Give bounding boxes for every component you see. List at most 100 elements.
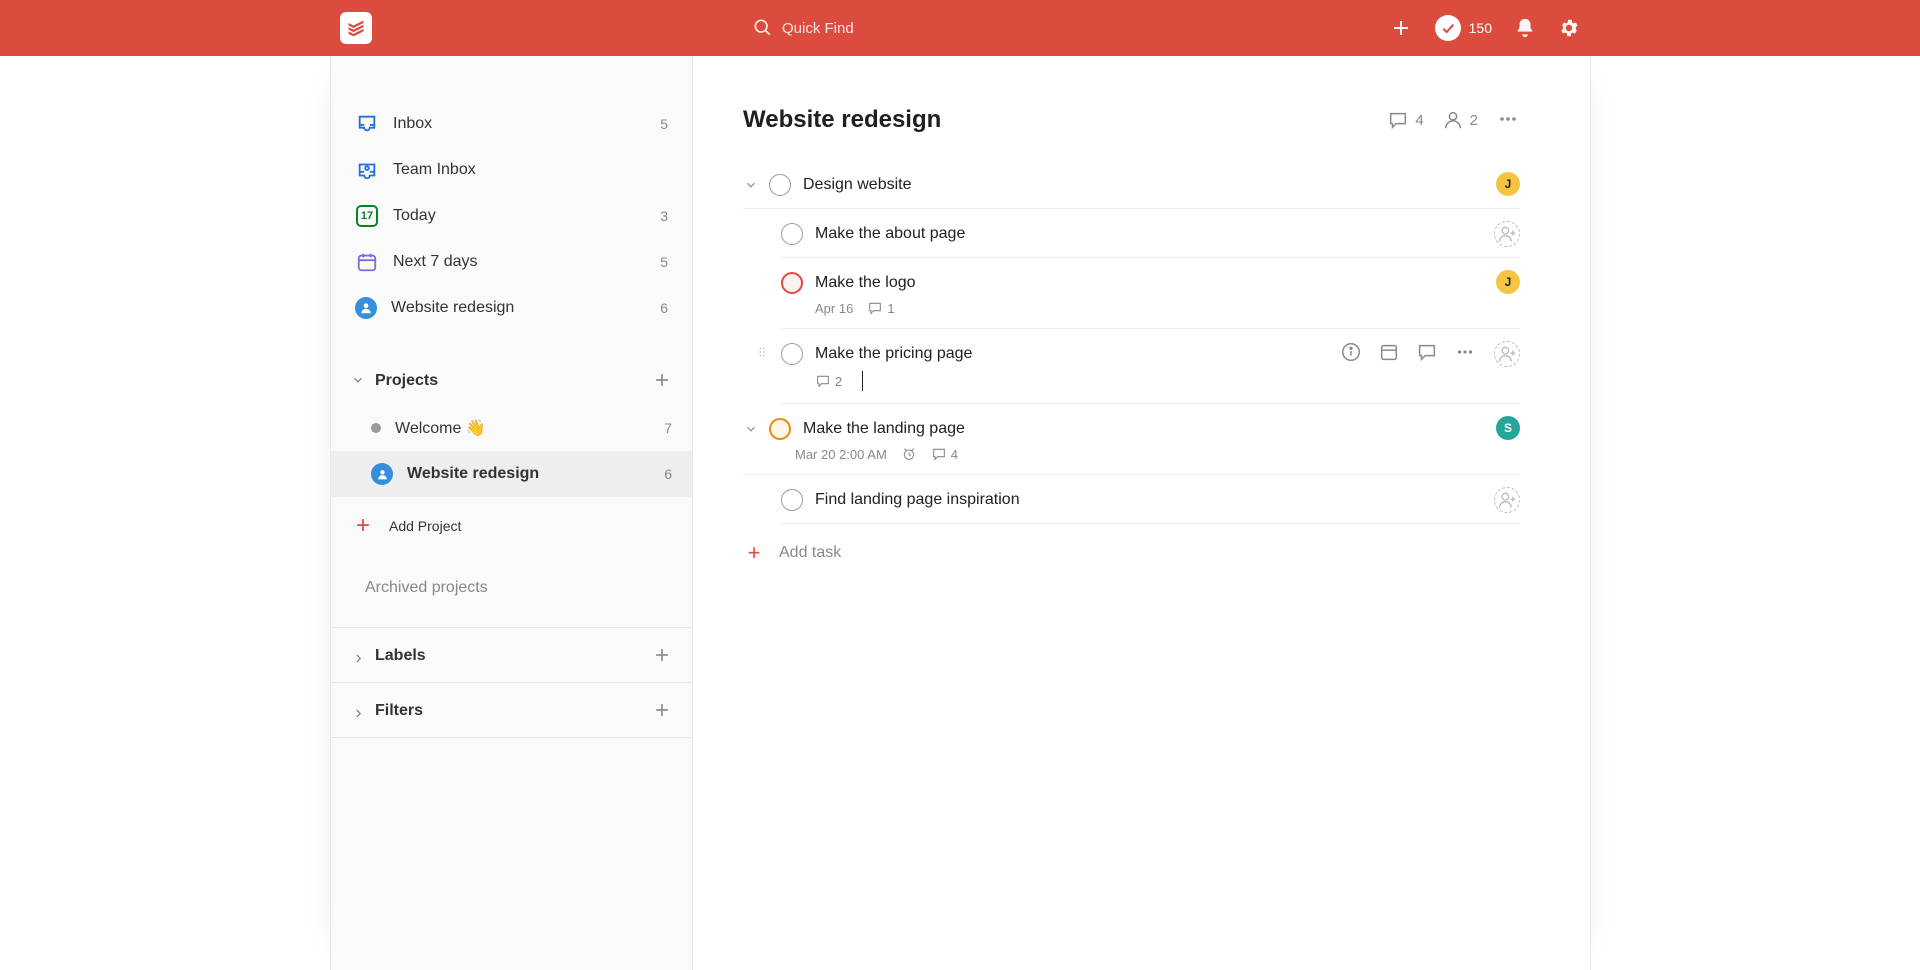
add-project-button[interactable]: + Add Project bbox=[331, 503, 692, 549]
karma-counter[interactable]: 150 bbox=[1435, 15, 1492, 41]
search-icon bbox=[752, 17, 772, 40]
chevron-right-icon bbox=[352, 647, 369, 665]
project-count: 7 bbox=[664, 420, 672, 436]
task-comment-button[interactable] bbox=[1416, 341, 1438, 363]
assignee-avatar[interactable]: J bbox=[1496, 172, 1520, 196]
task-checkbox[interactable] bbox=[781, 272, 803, 294]
chevron-right-icon bbox=[352, 702, 369, 720]
sidebar-item-today[interactable]: 17 Today 3 bbox=[335, 193, 688, 239]
person-icon bbox=[371, 463, 393, 485]
main-header: Website redesign 4 2 bbox=[743, 106, 1520, 134]
task-checkbox[interactable] bbox=[769, 418, 791, 440]
task-checkbox[interactable] bbox=[781, 223, 803, 245]
frame-divider bbox=[1590, 56, 1591, 970]
comment-icon bbox=[815, 373, 831, 389]
assignee-avatar[interactable]: S bbox=[1496, 416, 1520, 440]
sidebar-section-filters[interactable]: Filters bbox=[331, 685, 692, 737]
project-item-website-redesign[interactable]: Website redesign 6 bbox=[331, 451, 692, 497]
project-bullet-icon bbox=[371, 423, 381, 433]
sidebar-item-team-inbox[interactable]: Team Inbox bbox=[335, 147, 688, 193]
task-checkbox[interactable] bbox=[781, 343, 803, 365]
divider bbox=[331, 737, 692, 738]
nav-label: Team Inbox bbox=[393, 161, 668, 179]
text-cursor-icon bbox=[862, 371, 863, 391]
calendar-icon bbox=[355, 250, 379, 274]
section-label: Filters bbox=[375, 702, 652, 720]
add-task-button[interactable]: + Add task bbox=[743, 524, 1520, 566]
add-filter-icon[interactable] bbox=[652, 700, 672, 723]
task-comments-button[interactable]: 2 bbox=[815, 373, 842, 389]
task-row[interactable]: Make the landing page Mar 20 2:00 AM 4 S bbox=[743, 404, 1520, 475]
nav-label: Website redesign bbox=[391, 299, 646, 317]
quick-add-button[interactable] bbox=[1389, 16, 1413, 40]
sidebar-section-projects[interactable]: Projects bbox=[331, 357, 692, 405]
today-icon: 17 bbox=[355, 204, 379, 228]
task-more-button[interactable] bbox=[1454, 341, 1476, 363]
task-row[interactable]: Make the pricing page 2 bbox=[781, 329, 1520, 404]
todoist-logo-icon bbox=[346, 18, 366, 38]
project-comments-button[interactable]: 4 bbox=[1387, 109, 1423, 131]
team-inbox-icon bbox=[355, 158, 379, 182]
nav-count: 3 bbox=[660, 208, 668, 224]
app-logo[interactable] bbox=[340, 12, 372, 44]
drag-handle-icon[interactable] bbox=[755, 345, 769, 362]
plus-icon: + bbox=[743, 540, 765, 566]
task-info-button[interactable] bbox=[1340, 341, 1362, 363]
task-row[interactable]: Design website J bbox=[743, 160, 1520, 209]
task-title: Find landing page inspiration bbox=[815, 491, 1520, 509]
add-project-label: Add Project bbox=[389, 518, 461, 534]
project-people-button[interactable]: 2 bbox=[1442, 109, 1478, 131]
task-row[interactable]: Make the logo Apr 16 1 J bbox=[781, 258, 1520, 329]
nav-label: Next 7 days bbox=[393, 253, 646, 271]
comment-icon bbox=[1416, 341, 1438, 363]
task-title: Make the landing page bbox=[803, 420, 1520, 438]
task-checkbox[interactable] bbox=[781, 489, 803, 511]
project-comments-count: 4 bbox=[1415, 112, 1423, 129]
task-hover-actions bbox=[1340, 341, 1476, 363]
sidebar-section-labels[interactable]: Labels bbox=[331, 630, 692, 682]
project-more-button[interactable] bbox=[1496, 107, 1520, 134]
section-label: Projects bbox=[375, 372, 652, 390]
sidebar-item-next-7-days[interactable]: Next 7 days 5 bbox=[335, 239, 688, 285]
task-row[interactable]: Find landing page inspiration bbox=[781, 475, 1520, 524]
more-horizontal-icon bbox=[1454, 341, 1476, 363]
task-row[interactable]: Make the about page bbox=[781, 209, 1520, 258]
nav-label: Inbox bbox=[393, 115, 646, 133]
task-due-date[interactable]: Apr 16 bbox=[815, 301, 853, 316]
chevron-down-icon[interactable] bbox=[743, 178, 759, 192]
task-list: Design website J Make the about page bbox=[743, 160, 1520, 566]
sidebar-item-inbox[interactable]: Inbox 5 bbox=[335, 101, 688, 147]
nav-count: 5 bbox=[660, 116, 668, 132]
add-label-icon[interactable] bbox=[652, 645, 672, 668]
main-content: Website redesign 4 2 Des bbox=[693, 56, 1590, 970]
task-comments-button[interactable]: 4 bbox=[931, 446, 958, 462]
topbar: 150 bbox=[0, 0, 1920, 56]
notifications-button[interactable] bbox=[1514, 17, 1536, 39]
assign-button[interactable] bbox=[1494, 221, 1520, 247]
archived-projects-link[interactable]: Archived projects bbox=[331, 549, 692, 627]
task-schedule-button[interactable] bbox=[1378, 341, 1400, 363]
project-label: Website redesign bbox=[407, 465, 650, 483]
search-input[interactable] bbox=[772, 12, 1032, 45]
chevron-down-icon bbox=[351, 373, 369, 390]
project-item-welcome[interactable]: Welcome 👋 7 bbox=[331, 405, 692, 451]
assign-button[interactable] bbox=[1494, 487, 1520, 513]
chevron-down-icon[interactable] bbox=[743, 422, 759, 436]
reminder-icon bbox=[901, 446, 917, 462]
settings-button[interactable] bbox=[1558, 17, 1580, 39]
assign-button[interactable] bbox=[1494, 341, 1520, 367]
task-comments-button[interactable]: 1 bbox=[867, 300, 894, 316]
sidebar: Inbox 5 Team Inbox 17 Today 3 bbox=[331, 56, 693, 970]
task-comments-count: 1 bbox=[887, 301, 894, 316]
task-due-date[interactable]: Mar 20 2:00 AM bbox=[795, 447, 887, 462]
divider bbox=[331, 682, 692, 683]
person-icon bbox=[355, 297, 377, 319]
sidebar-item-website-redesign[interactable]: Website redesign 6 bbox=[335, 285, 688, 331]
assignee-avatar[interactable]: J bbox=[1496, 270, 1520, 294]
task-title: Make the logo bbox=[815, 274, 1520, 292]
info-icon bbox=[1340, 341, 1362, 363]
add-task-label: Add task bbox=[779, 544, 841, 562]
add-project-icon[interactable] bbox=[652, 370, 672, 393]
project-people-count: 2 bbox=[1470, 112, 1478, 129]
task-checkbox[interactable] bbox=[769, 174, 791, 196]
